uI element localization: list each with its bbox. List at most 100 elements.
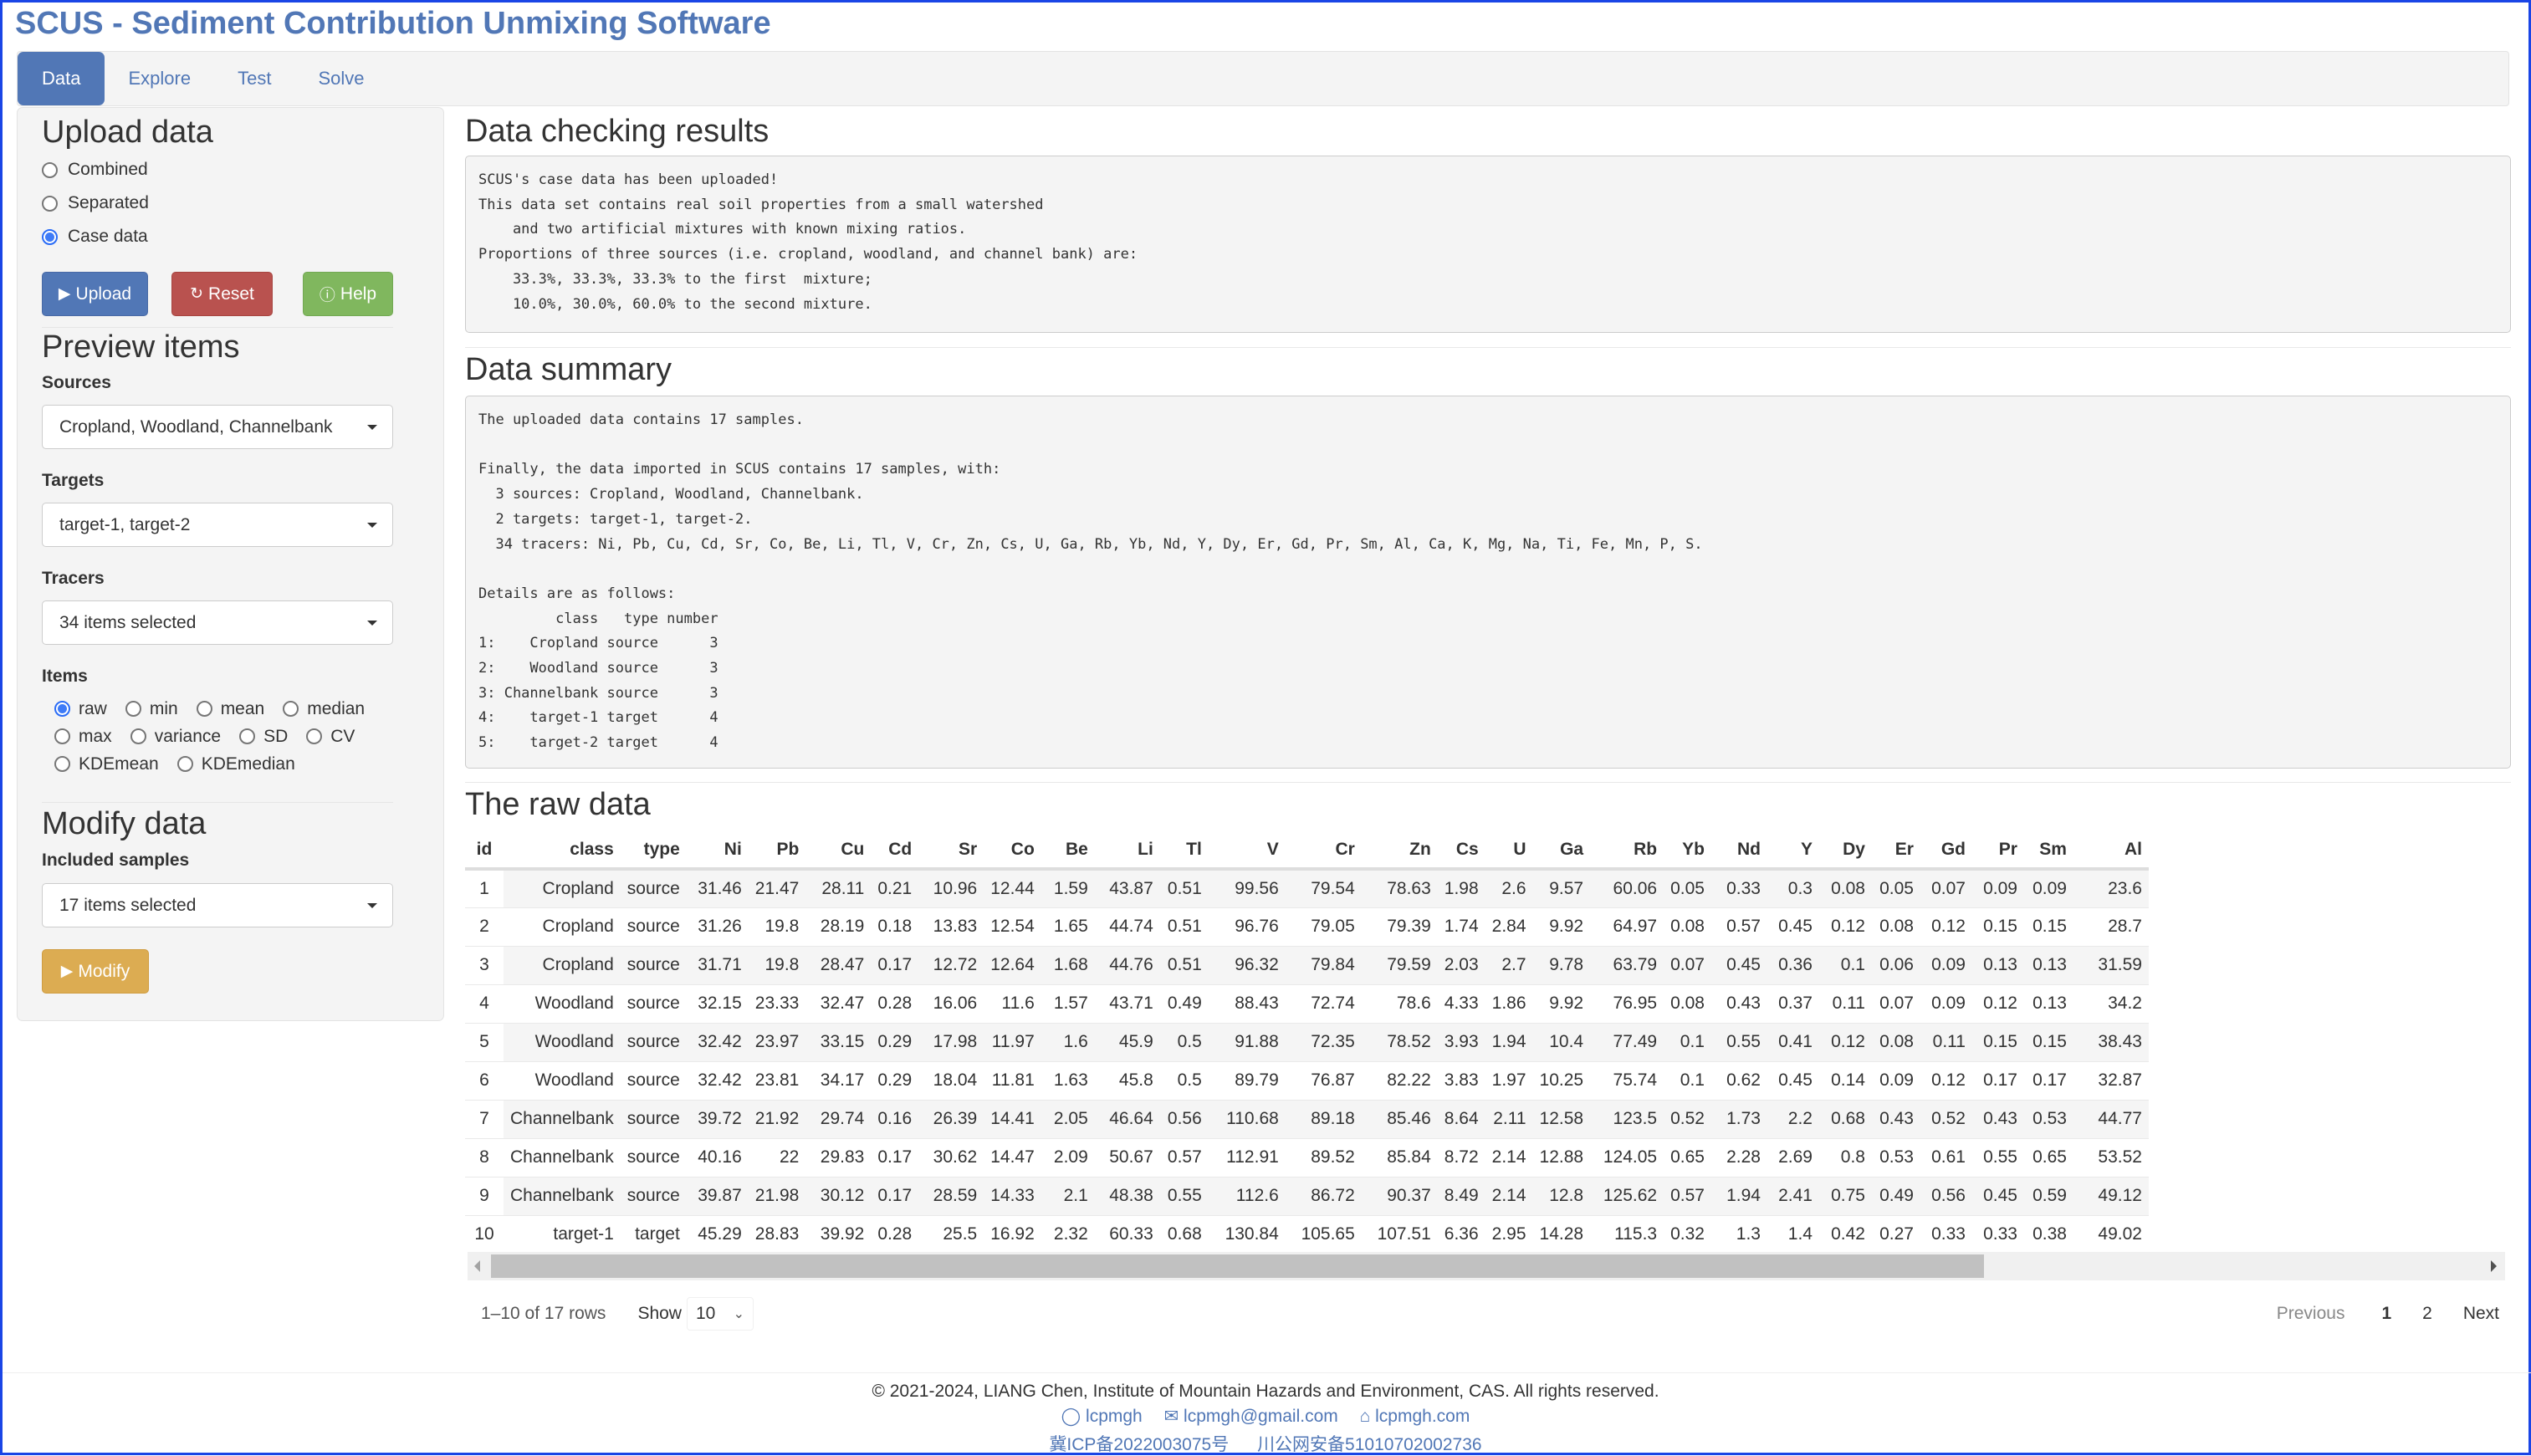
table-row[interactable]: 1 Cropland source 31.46 21.47 28.11 0.21 10.96 1… xyxy=(465,868,2149,907)
radio-icon[interactable] xyxy=(54,728,70,744)
github-link[interactable]: ◯ lcpmgh xyxy=(1061,1407,1143,1426)
column-header-cs[interactable]: Cs xyxy=(1437,832,1485,871)
column-header-er[interactable]: Er xyxy=(1871,832,1920,871)
column-header-v[interactable]: V xyxy=(1208,832,1286,871)
data-summary-heading: Data summary xyxy=(465,352,672,387)
reset-button[interactable]: ↻ Reset xyxy=(171,272,273,316)
column-header-class[interactable]: class xyxy=(504,832,621,871)
included-samples-select[interactable]: 17 items selected xyxy=(42,883,393,927)
radio-icon[interactable] xyxy=(54,756,70,772)
email-link[interactable]: ✉ lcpmgh@gmail.com xyxy=(1164,1407,1338,1426)
column-header-id[interactable]: id xyxy=(465,832,504,871)
table-cell: 2.14 xyxy=(1485,1137,1533,1177)
radio-separated[interactable]: Separated xyxy=(42,193,149,213)
radio-icon[interactable] xyxy=(125,701,141,717)
table-row[interactable]: 10 target-1 target 45.29 28.83 39.92 0.28 25.5 1… xyxy=(465,1214,2149,1250)
radio-icon[interactable] xyxy=(306,728,323,744)
column-header-gd[interactable]: Gd xyxy=(1920,832,1972,871)
previous-page-button[interactable]: Previous xyxy=(2277,1304,2345,1324)
column-header-cu[interactable]: Cu xyxy=(805,832,872,871)
column-header-pr[interactable]: Pr xyxy=(1971,832,2024,871)
column-header-sm[interactable]: Sm xyxy=(2023,832,2073,871)
column-header-zn[interactable]: Zn xyxy=(1361,832,1438,871)
column-header-li[interactable]: Li xyxy=(1094,832,1160,871)
table-cell: 112.6 xyxy=(1208,1176,1286,1215)
column-header-type[interactable]: type xyxy=(620,832,687,871)
table-cell: 105.65 xyxy=(1285,1214,1362,1250)
page-size-select[interactable]: 10 ⌄ xyxy=(686,1297,754,1331)
column-header-co[interactable]: Co xyxy=(984,832,1041,871)
radio-icon[interactable] xyxy=(239,728,256,744)
table-cell: 0.14 xyxy=(1818,1060,1872,1100)
table-row[interactable]: 7 Channelbank source 39.72 21.92 29.74 0.16 26.… xyxy=(465,1099,2149,1138)
table-row[interactable]: 6 Woodland source 32.42 23.81 34.17 0.29 18.04 1… xyxy=(465,1060,2149,1100)
item-raw[interactable]: raw xyxy=(54,699,107,719)
scroll-right-arrow-icon[interactable] xyxy=(2491,1260,2497,1272)
radio-icon[interactable] xyxy=(176,756,193,772)
tab-data[interactable]: Data xyxy=(18,52,105,105)
item-kdemean[interactable]: KDEmean xyxy=(54,754,159,774)
table-row[interactable]: 4 Woodland source 32.15 23.33 32.47 0.28 16.06 1… xyxy=(465,983,2149,1023)
item-min[interactable]: min xyxy=(125,699,178,719)
table-cell: 1.63 xyxy=(1041,1060,1095,1100)
item-cv[interactable]: CV xyxy=(306,727,355,747)
modify-button[interactable]: ▶ Modify xyxy=(42,949,149,994)
sources-select[interactable]: Cropland, Woodland, Channelbank xyxy=(42,405,393,449)
column-header-tl[interactable]: Tl xyxy=(1159,832,1209,871)
column-header-ga[interactable]: Ga xyxy=(1532,832,1591,871)
column-header-pb[interactable]: Pb xyxy=(748,832,806,871)
column-header-be[interactable]: Be xyxy=(1041,832,1095,871)
table-row[interactable]: 2 Cropland source 31.26 19.8 28.19 0.18 13.83 12… xyxy=(465,907,2149,946)
police-record-link[interactable]: 川公网安备51010702002736 xyxy=(1257,1435,1482,1454)
targets-select[interactable]: target-1, target-2 xyxy=(42,503,393,547)
page-1-button[interactable]: 1 xyxy=(2381,1304,2391,1324)
column-header-cd[interactable]: Cd xyxy=(871,832,919,871)
tab-test[interactable]: Test xyxy=(214,52,294,105)
column-header-dy[interactable]: Dy xyxy=(1818,832,1872,871)
column-header-al[interactable]: Al xyxy=(2073,832,2149,871)
page-2-button[interactable]: 2 xyxy=(2422,1304,2432,1324)
next-page-button[interactable]: Next xyxy=(2463,1304,2499,1324)
item-sd[interactable]: SD xyxy=(239,727,288,747)
item-max[interactable]: max xyxy=(54,727,112,747)
column-header-ni[interactable]: Ni xyxy=(686,832,749,871)
table-cell: 60.06 xyxy=(1590,868,1664,907)
column-header-nd[interactable]: Nd xyxy=(1710,832,1767,871)
item-variance[interactable]: variance xyxy=(130,727,221,747)
radio-checked-icon[interactable] xyxy=(54,701,70,717)
radio-icon[interactable] xyxy=(42,161,58,178)
column-header-u[interactable]: U xyxy=(1485,832,1533,871)
divider xyxy=(465,347,2511,348)
table-row[interactable]: 9 Channelbank source 39.87 21.98 30.12 0.17 28.… xyxy=(465,1176,2149,1215)
tab-solve[interactable]: Solve xyxy=(294,52,387,105)
item-kdemedian[interactable]: KDEmedian xyxy=(176,754,295,774)
table-cell: 10 xyxy=(465,1214,504,1250)
tab-explore[interactable]: Explore xyxy=(105,52,214,105)
radio-icon[interactable] xyxy=(42,195,58,212)
upload-button[interactable]: ▶ Upload xyxy=(42,272,148,316)
table-cell: 31.46 xyxy=(686,868,749,907)
icp-link[interactable]: 冀ICP备2022003075号 xyxy=(1049,1435,1229,1454)
column-header-rb[interactable]: Rb xyxy=(1590,832,1664,871)
column-header-y[interactable]: Y xyxy=(1767,832,1819,871)
radio-icon[interactable] xyxy=(283,701,299,717)
column-header-sr[interactable]: Sr xyxy=(918,832,984,871)
help-button[interactable]: ⓘ Help xyxy=(303,272,393,316)
horizontal-scrollbar[interactable] xyxy=(468,1252,2505,1280)
table-row[interactable]: 5 Woodland source 32.42 23.97 33.15 0.29 17.98 1… xyxy=(465,1022,2149,1061)
homepage-link[interactable]: ⌂ lcpmgh.com xyxy=(1360,1407,1470,1426)
scroll-left-arrow-icon[interactable] xyxy=(474,1260,480,1272)
item-median[interactable]: median xyxy=(283,699,365,719)
radio-checked-icon[interactable] xyxy=(42,228,58,245)
table-row[interactable]: 8 Channelbank source 40.16 22 29.83 0.17 30.62 1… xyxy=(465,1137,2149,1177)
item-mean[interactable]: mean xyxy=(196,699,264,719)
radio-icon[interactable] xyxy=(196,701,212,717)
scrollbar-thumb[interactable] xyxy=(491,1254,1984,1278)
column-header-yb[interactable]: Yb xyxy=(1664,832,1711,871)
column-header-cr[interactable]: Cr xyxy=(1285,832,1362,871)
radio-icon[interactable] xyxy=(130,728,146,744)
tracers-select[interactable]: 34 items selected xyxy=(42,600,393,645)
radio-case-data[interactable]: Case data xyxy=(42,227,148,247)
table-row[interactable]: 3 Cropland source 31.71 19.8 28.47 0.17 12.72 12… xyxy=(465,945,2149,984)
radio-combined[interactable]: Combined xyxy=(42,160,148,180)
